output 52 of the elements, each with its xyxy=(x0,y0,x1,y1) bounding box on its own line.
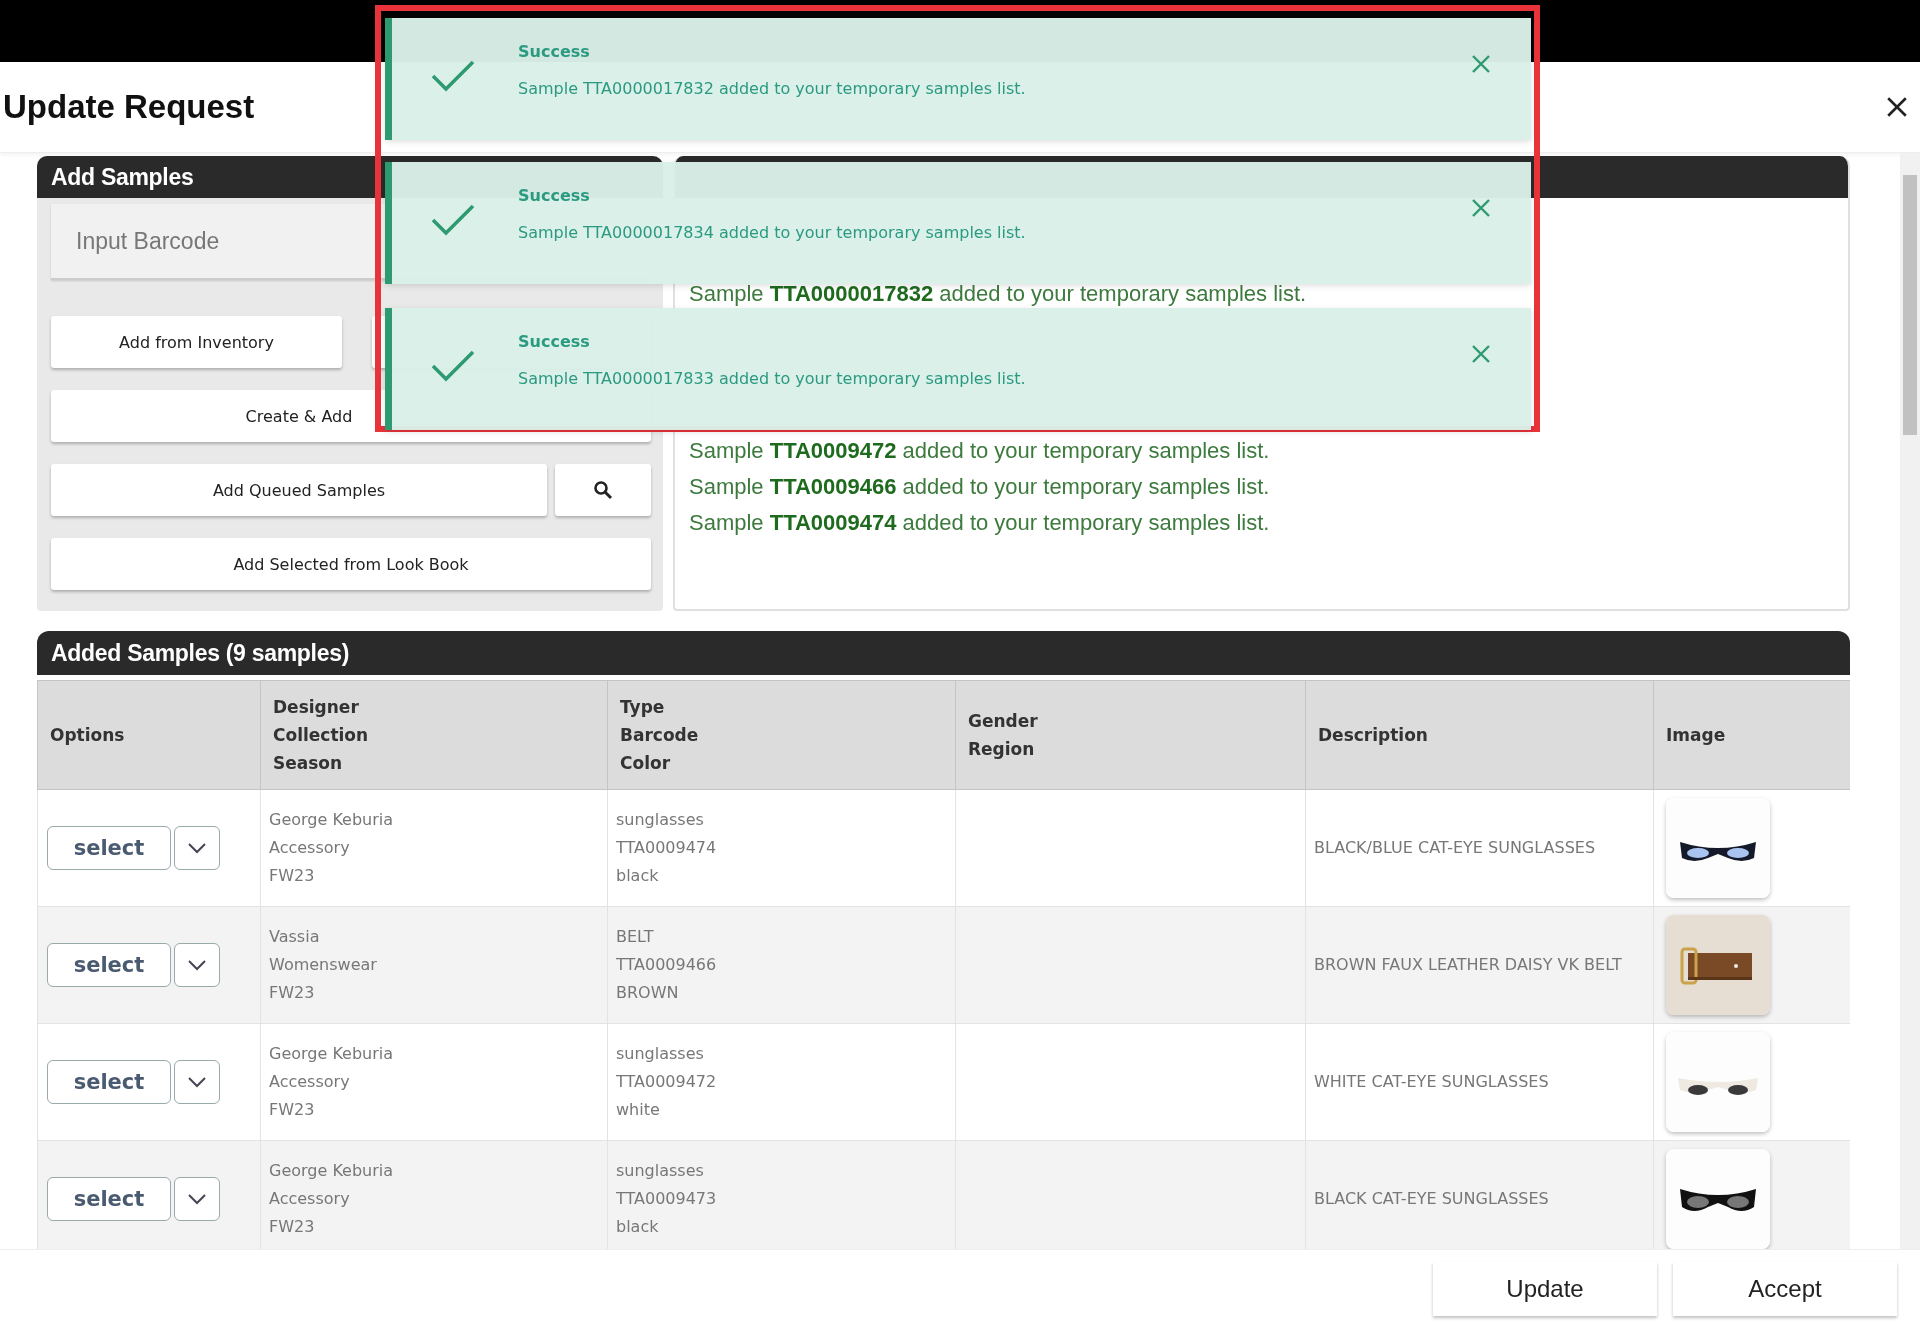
table-cell-text: BLACK CAT-EYE SUNGLASSES xyxy=(1314,1188,1550,1210)
log-line: Sample TTA0009472 added to your temporary samples list. xyxy=(689,437,1271,465)
column-header: Description xyxy=(1318,724,1429,747)
dropdown-button[interactable] xyxy=(174,943,220,987)
select-button[interactable]: select xyxy=(47,1060,171,1104)
table-cell-text: sunglasses TTA0009473 black xyxy=(616,1160,718,1238)
table-cell-text: sunglasses TTA0009472 white xyxy=(616,1043,718,1121)
scrollbar[interactable] xyxy=(1900,153,1920,1249)
log-line: Sample TTA0009474 added to your temporary samples list. xyxy=(689,509,1271,537)
toast-message: Sample TTA0000017833 added to your temporary samples list. xyxy=(518,369,1027,388)
log-line: Sample TTA0009466 added to your temporary samples list. xyxy=(689,473,1271,501)
column-header: Designer Collection Season xyxy=(273,696,370,775)
table-title-bar: Added Samples (9 samples) xyxy=(37,631,1850,675)
select-button[interactable]: select xyxy=(47,943,171,987)
check-icon xyxy=(430,348,476,384)
table-cell-text: BLACK/BLUE CAT-EYE SUNGLASSES xyxy=(1314,837,1597,859)
dropdown-button[interactable] xyxy=(174,1177,220,1221)
chevron-down-icon xyxy=(187,1076,207,1088)
select-button[interactable]: select xyxy=(47,1177,171,1221)
table-cell-text: sunglasses TTA0009474 black xyxy=(616,809,718,887)
search-button[interactable] xyxy=(555,464,651,516)
table-cell-text: George Keburia Accessory FW23 xyxy=(269,809,395,887)
footer-button[interactable]: Accept xyxy=(1673,1262,1897,1316)
toast-message: Sample TTA0000017832 added to your temporary samples list. xyxy=(518,79,1027,98)
chevron-down-icon xyxy=(187,1193,207,1205)
window-title: Update Request xyxy=(3,88,255,126)
footer-button[interactable]: Update xyxy=(1433,1262,1657,1316)
column-header: Gender Region xyxy=(968,710,1039,761)
dropdown-button[interactable] xyxy=(174,826,220,870)
action-button[interactable]: Add from Inventory xyxy=(51,316,342,368)
toast-title: Success xyxy=(518,332,591,351)
dropdown-button[interactable] xyxy=(174,1060,220,1104)
table-cell-text: WHITE CAT-EYE SUNGLASSES xyxy=(1314,1071,1550,1093)
column-header: Options xyxy=(50,724,126,747)
log-line: Sample TTA0000017832 added to your temporary samples list. xyxy=(689,283,1308,305)
chevron-down-icon xyxy=(187,842,207,854)
column-header: Image xyxy=(1666,724,1727,747)
table-cell-text: George Keburia Accessory FW23 xyxy=(269,1043,395,1121)
table-cell-text: Vassia Womenswear FW23 xyxy=(269,926,378,1004)
column-header: Type Barcode Color xyxy=(620,696,700,775)
select-button[interactable]: select xyxy=(47,826,171,870)
table-cell-text: BELT TTA0009466 BROWN xyxy=(616,926,718,1004)
check-icon xyxy=(430,58,476,94)
close-icon[interactable] xyxy=(1886,96,1908,118)
table-cell-text: George Keburia Accessory FW23 xyxy=(269,1160,395,1238)
table-cell-text: BROWN FAUX LEATHER DAISY VK BELT xyxy=(1314,954,1623,976)
action-button[interactable]: Add Selected from Look Book xyxy=(51,538,651,590)
toast-title: Success xyxy=(518,42,591,61)
action-button[interactable]: Add Queued Samples xyxy=(51,464,547,516)
search-icon xyxy=(593,480,613,500)
check-icon xyxy=(430,202,476,238)
chevron-down-icon xyxy=(187,959,207,971)
